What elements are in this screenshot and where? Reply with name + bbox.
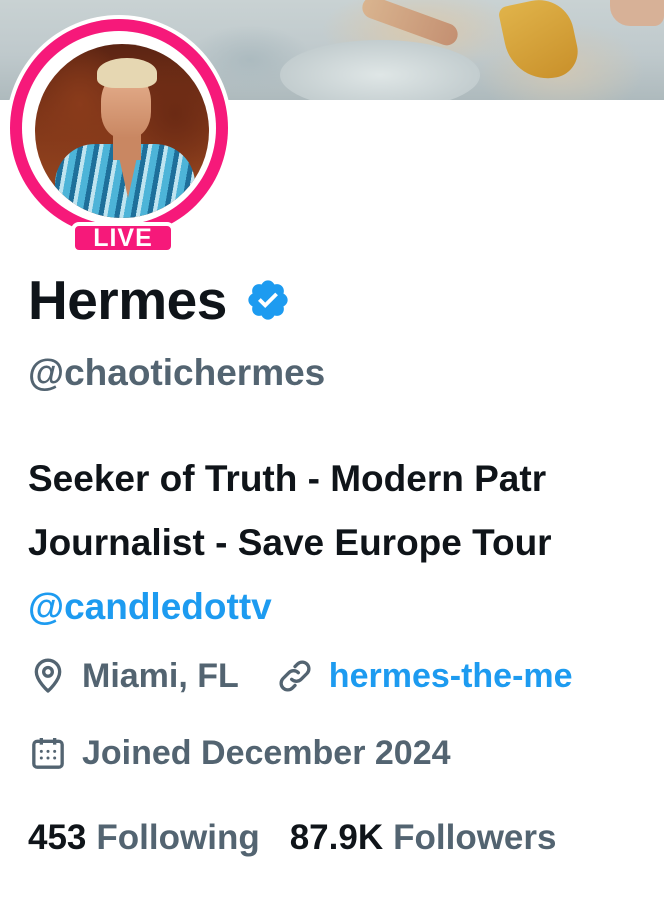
profile-bio: Seeker of Truth - Modern Patr Journalist… <box>28 447 664 639</box>
calendar-icon <box>32 738 64 769</box>
location-text: Miami, FL <box>82 656 239 695</box>
joined-date-text: Joined December 2024 <box>82 733 451 772</box>
website-url[interactable]: hermes-the-me <box>329 657 573 696</box>
followers-label: Followers <box>393 818 557 857</box>
display-name: Hermes <box>28 269 227 331</box>
followers-count: 87.9K <box>289 818 384 857</box>
banner-drape <box>497 0 583 87</box>
following-link[interactable]: 453 Following <box>28 818 260 858</box>
following-label: Following <box>96 818 260 857</box>
name-row: Hermes <box>28 268 291 332</box>
profile-meta-joined-row: Joined December 2024 <box>28 733 451 773</box>
banner-figure-foot <box>610 0 664 26</box>
profile-meta-location-row: Miami, FL hermes-the-me <box>28 656 573 696</box>
profile-avatar[interactable] <box>6 15 236 245</box>
banner-cloud <box>280 40 480 100</box>
verified-badge-icon[interactable] <box>245 277 291 323</box>
link-icon <box>279 660 311 692</box>
profile-handle: @chaotichermes <box>28 352 326 393</box>
bio-line-2: Journalist - Save Europe Tour <box>28 522 552 563</box>
live-badge[interactable]: LIVE <box>71 222 175 254</box>
bio-mention-link[interactable]: @candledottv <box>28 575 664 639</box>
following-count: 453 <box>28 818 87 857</box>
profile-stats: 453 Following 87.9K Followers <box>28 818 556 858</box>
bio-line-1: Seeker of Truth - Modern Patr <box>28 458 547 499</box>
avatar-hair <box>97 58 157 88</box>
followers-link[interactable]: 87.9K Followers <box>290 818 557 858</box>
location-pin-icon <box>34 658 62 693</box>
avatar-photo <box>35 44 209 218</box>
website-link[interactable]: hermes-the-me <box>275 656 573 696</box>
